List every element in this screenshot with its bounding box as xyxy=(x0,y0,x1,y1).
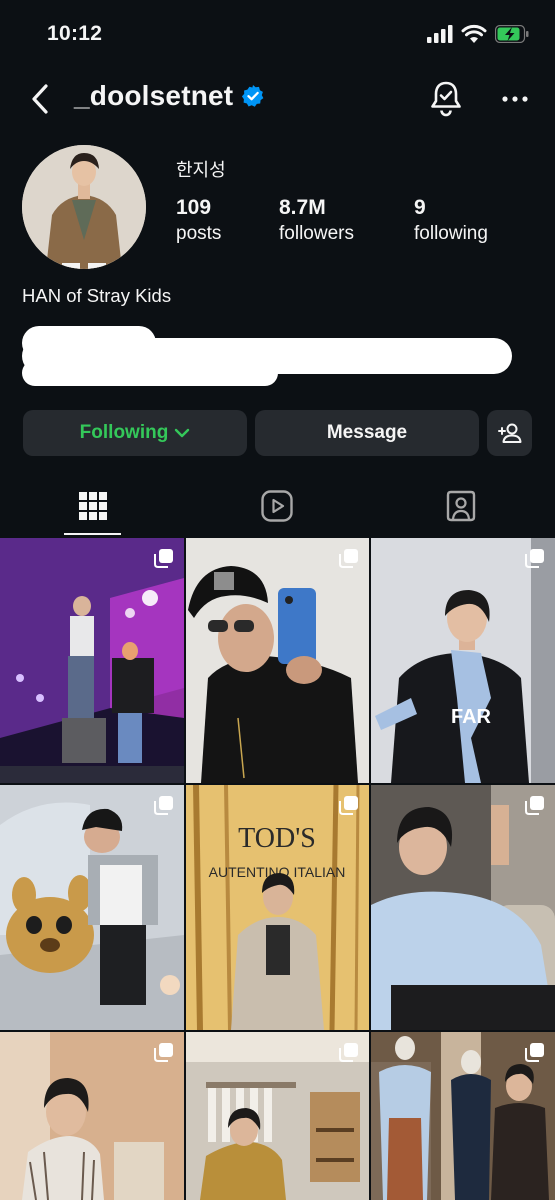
message-label: Message xyxy=(326,422,408,443)
multiple-posts-icon xyxy=(525,549,544,568)
profile-bio: HAN of Stray Kids xyxy=(22,285,172,306)
status-icons xyxy=(427,24,529,43)
grid-post[interactable] xyxy=(186,538,369,783)
post-thumbnail: TOD'S AUTENTINO ITALIAN xyxy=(186,785,369,1030)
username-group: _doolsetnet xyxy=(74,80,265,112)
wifi-icon xyxy=(461,24,487,43)
grid-post[interactable] xyxy=(0,785,184,1030)
more-options-button[interactable] xyxy=(500,88,530,110)
avatar-photo xyxy=(22,145,146,269)
cellular-signal-icon xyxy=(427,24,453,43)
post-thumbnail xyxy=(0,538,184,783)
back-arrow-icon xyxy=(32,84,48,114)
username: _doolsetnet xyxy=(74,80,234,111)
grid-post[interactable] xyxy=(0,538,184,783)
grid-post[interactable] xyxy=(371,1032,555,1200)
status-time: 10:12 xyxy=(47,22,103,45)
verified-badge-icon xyxy=(242,85,264,107)
add-user-icon xyxy=(497,423,521,443)
grid-icon xyxy=(78,492,107,520)
suggested-users-button[interactable] xyxy=(487,410,532,456)
following-button[interactable]: Following xyxy=(23,410,247,456)
chevron-down-icon xyxy=(175,428,190,438)
grid-post[interactable]: TOD'S AUTENTINO ITALIAN xyxy=(186,785,369,1030)
post-thumbnail: FAR xyxy=(371,538,555,783)
notifications-button[interactable] xyxy=(428,80,464,118)
status-bar: 10:12 xyxy=(0,0,555,70)
display-name: 한지성 xyxy=(176,160,226,180)
tab-reels[interactable] xyxy=(247,478,307,534)
multiple-posts-icon xyxy=(339,549,358,568)
grid-post[interactable] xyxy=(371,785,555,1030)
multiple-posts-icon xyxy=(525,1043,544,1062)
battery-charging-icon xyxy=(495,24,529,43)
notification-bell-icon xyxy=(431,81,461,117)
post-thumbnail xyxy=(0,785,184,1030)
stat-label: followers xyxy=(279,223,354,244)
back-button[interactable] xyxy=(26,82,56,116)
multiple-posts-icon xyxy=(154,549,173,568)
post-thumbnail xyxy=(371,785,555,1030)
multiple-posts-icon xyxy=(154,1043,173,1062)
stat-label: following xyxy=(414,223,488,244)
multiple-posts-icon xyxy=(154,796,173,815)
followers-count[interactable]: 8.7M followers xyxy=(279,195,354,247)
tab-posts-grid[interactable] xyxy=(64,478,121,534)
multiple-posts-icon xyxy=(339,1043,358,1062)
active-tab-indicator xyxy=(64,533,121,535)
tagged-icon xyxy=(446,490,476,522)
reels-icon xyxy=(261,490,293,522)
following-count[interactable]: 9 following xyxy=(414,195,488,247)
stat-value: 9 xyxy=(414,196,426,219)
post-thumbnail xyxy=(186,538,369,783)
message-button[interactable]: Message xyxy=(255,410,479,456)
grid-post[interactable] xyxy=(0,1032,184,1200)
tab-tagged[interactable] xyxy=(431,478,491,534)
following-label: Following xyxy=(79,422,169,443)
stat-value: 109 xyxy=(176,196,212,219)
profile-avatar[interactable] xyxy=(22,145,146,269)
svg-text:FAR: FAR xyxy=(451,706,492,728)
stat-value: 8.7M xyxy=(279,196,326,219)
multiple-posts-icon xyxy=(339,796,358,815)
profile-tabs xyxy=(0,478,555,536)
stat-label: posts xyxy=(176,223,222,244)
grid-post[interactable] xyxy=(186,1032,369,1200)
more-options-icon xyxy=(502,96,528,102)
brand-sign-text: TOD'S xyxy=(238,823,316,854)
grid-post[interactable]: FAR xyxy=(371,538,555,783)
posts-count[interactable]: 109 posts xyxy=(176,195,221,247)
profile-header: _doolsetnet xyxy=(0,76,555,122)
multiple-posts-icon xyxy=(525,796,544,815)
